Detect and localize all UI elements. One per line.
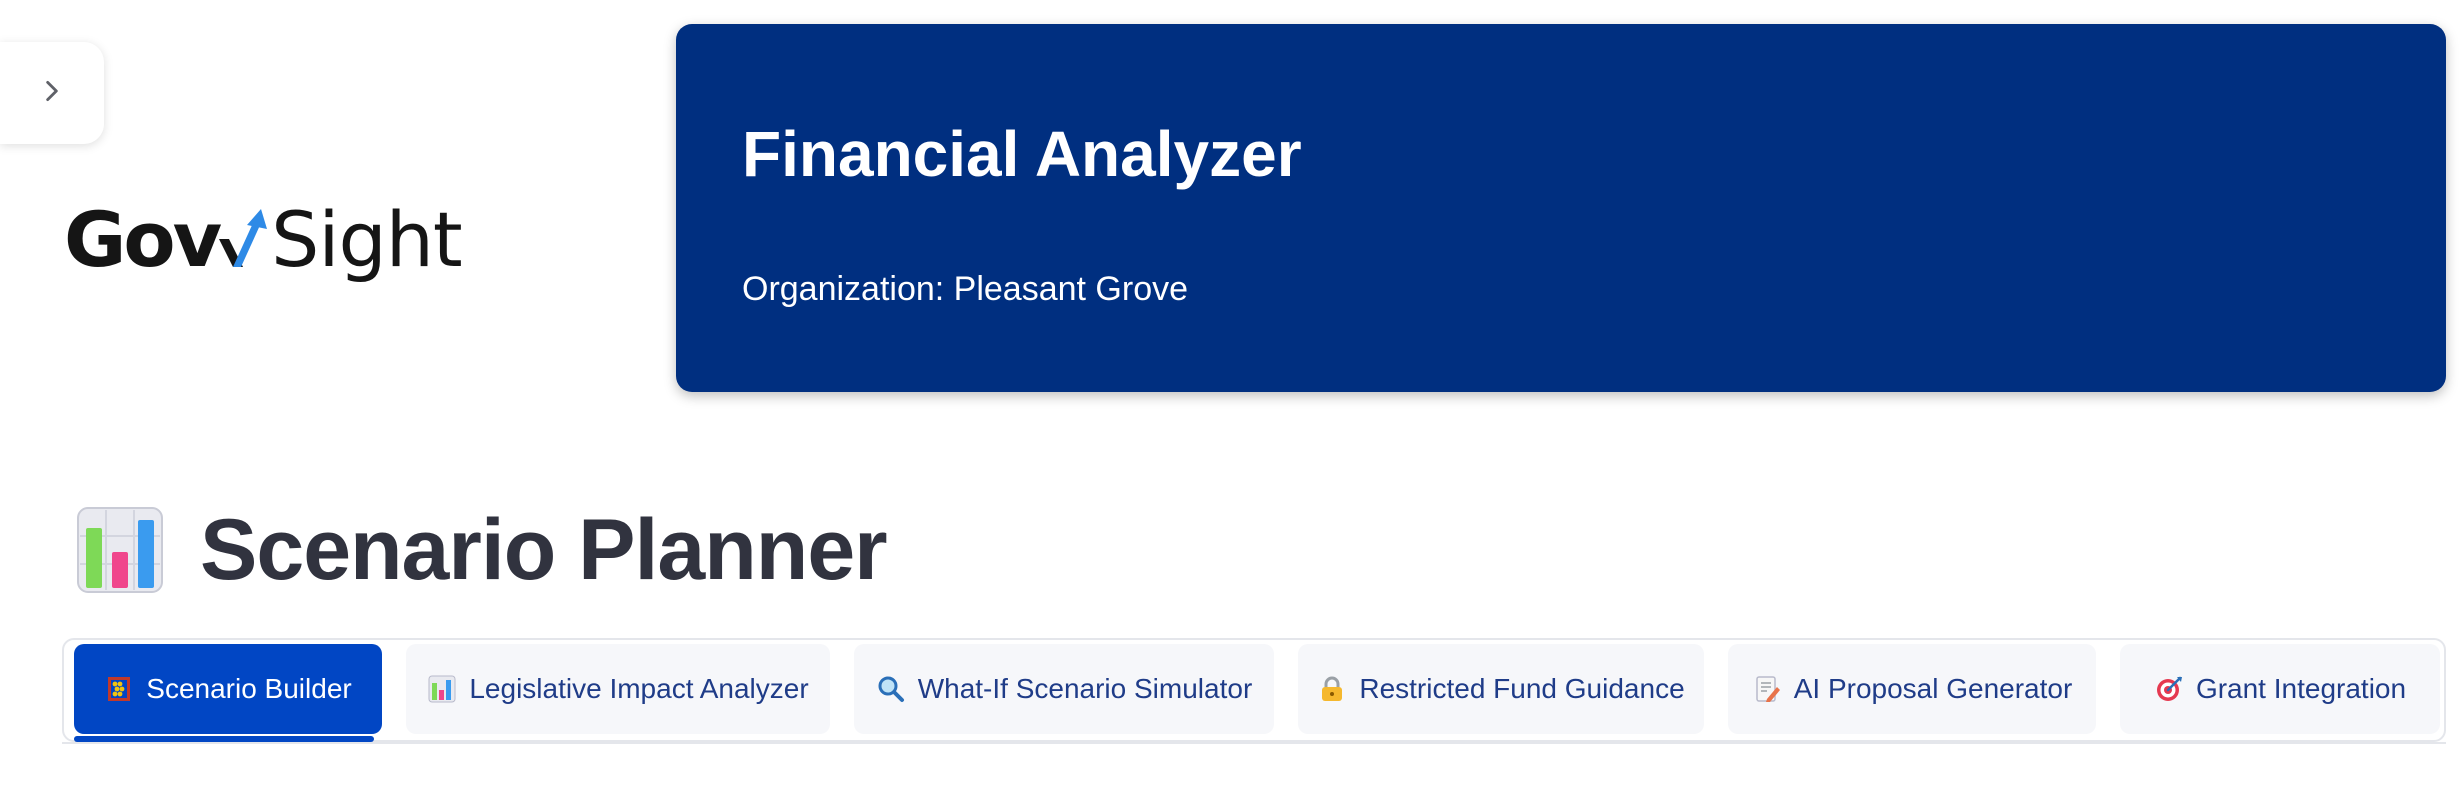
organization-label: Organization: Pleasant Grove bbox=[742, 270, 1189, 308]
sidebar-toggle-button[interactable] bbox=[0, 42, 104, 144]
logo-text-gov: Gov bbox=[64, 195, 222, 284]
memo-icon bbox=[1752, 674, 1782, 704]
tab-what-if-scenario-simulator[interactable]: What-If Scenario Simulator bbox=[854, 644, 1274, 734]
check-arrow-icon bbox=[219, 209, 268, 267]
tab-label: Scenario Builder bbox=[146, 673, 352, 704]
tab-ai-proposal-generator[interactable]: AI Proposal Generator bbox=[1728, 644, 2096, 734]
bar-chart-icon bbox=[427, 674, 457, 704]
magnifier-icon bbox=[876, 674, 906, 704]
logo-text-sight: Sight bbox=[271, 195, 463, 284]
chevron-right-icon bbox=[39, 78, 65, 108]
govsight-logo: Gov Sight bbox=[64, 190, 464, 290]
tab-grant-integration[interactable]: Grant Integration bbox=[2120, 644, 2440, 734]
tab-label: Grant Integration bbox=[2195, 673, 2407, 704]
header-banner: Financial Analyzer Organization: Pleasan… bbox=[676, 24, 2446, 392]
tab-legislative-impact-analyzer[interactable]: Legislative Impact Analyzer bbox=[406, 644, 830, 734]
tab-label: Legislative Impact Analyzer bbox=[469, 673, 809, 704]
lock-icon bbox=[1317, 674, 1347, 704]
tab-label: AI Proposal Generator bbox=[1793, 673, 2073, 704]
target-icon bbox=[2154, 674, 2184, 704]
scenario-planner-heading: Scenario Planner bbox=[200, 501, 888, 598]
tab-label: Restricted Fund Guidance bbox=[1359, 673, 1685, 704]
tab-bar-divider bbox=[62, 742, 2446, 744]
section-heading: Scenario Planner bbox=[76, 500, 888, 600]
bar-chart-icon bbox=[77, 507, 163, 593]
abacus-icon bbox=[104, 674, 134, 704]
tab-scenario-builder[interactable]: Scenario Builder bbox=[74, 644, 382, 734]
tab-label: What-If Scenario Simulator bbox=[917, 673, 1253, 704]
active-tab-indicator bbox=[74, 736, 374, 742]
page-title: Financial Analyzer bbox=[742, 118, 1302, 190]
tab-restricted-fund-guidance[interactable]: Restricted Fund Guidance bbox=[1298, 644, 1704, 734]
